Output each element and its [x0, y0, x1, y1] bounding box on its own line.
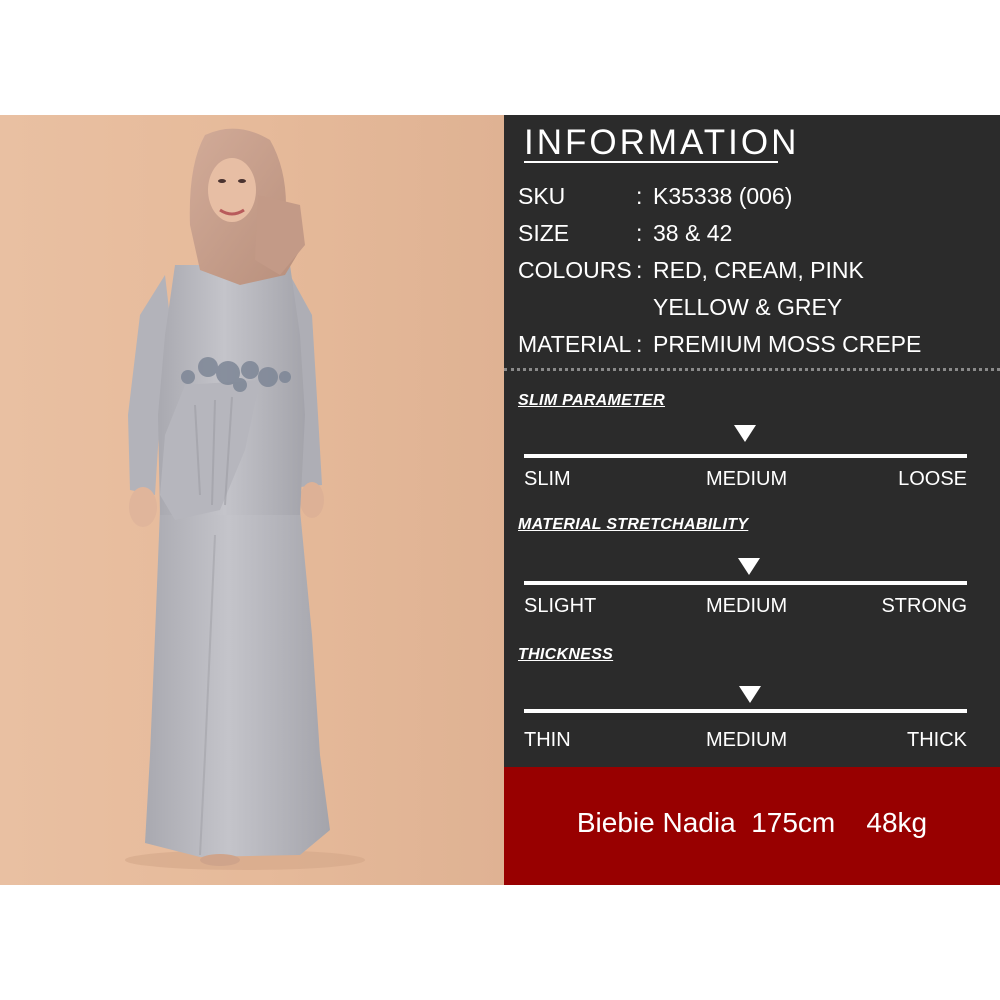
stretchability-marker — [738, 558, 760, 575]
model-info: Biebie Nadia 175cm 48kg — [504, 807, 1000, 839]
info-title: INFORMATION — [524, 123, 800, 162]
info-key: MATERIAL — [518, 331, 632, 357]
thickness-title: THICKNESS — [518, 646, 614, 663]
scale-label-slim: SLIM — [524, 468, 571, 490]
info-value: PREMIUM MOSS CREPE — [653, 331, 922, 357]
info-colon: : — [636, 220, 643, 246]
scale-label-medium: MEDIUM — [706, 468, 788, 490]
scale-label-medium: MEDIUM — [706, 729, 788, 751]
slim-parameter-scale — [524, 454, 967, 458]
stretchability-scale — [524, 581, 967, 585]
info-colon: : — [636, 257, 643, 283]
info-value: K35338 (006) — [653, 183, 793, 209]
scale-label-thin: THIN — [524, 729, 571, 751]
scale-label-slight: SLIGHT — [524, 595, 597, 617]
model-height: 175cm — [751, 807, 836, 838]
divider — [504, 368, 1000, 371]
slim-parameter-marker — [734, 425, 756, 442]
model-name: Biebie Nadia — [576, 807, 736, 838]
info-panel: INFORMATION SKU : K35338 (006) SIZE : 38… — [504, 115, 1000, 767]
scale-label-medium: MEDIUM — [706, 595, 788, 617]
slim-parameter-title: SLIM PARAMETER — [518, 392, 666, 409]
info-title-underline — [524, 161, 778, 163]
info-colon: : — [636, 331, 643, 357]
info-value: RED, CREAM, PINK — [653, 257, 864, 283]
info-value: YELLOW & GREY — [653, 294, 843, 320]
model-illustration — [0, 115, 504, 885]
info-value: 38 & 42 — [653, 220, 733, 246]
info-key: COLOURS — [518, 257, 632, 283]
info-key: SKU — [518, 183, 566, 209]
model-info-bar: Biebie Nadia 175cm 48kg — [504, 767, 1000, 885]
scale-label-loose: LOOSE — [898, 468, 967, 490]
scale-label-thick: THICK — [907, 729, 967, 751]
model-weight: 48kg — [866, 807, 928, 838]
stretchability-title: MATERIAL STRETCHABILITY — [518, 516, 749, 533]
thickness-scale — [524, 709, 967, 713]
info-key: SIZE — [518, 220, 570, 246]
scale-label-strong: STRONG — [881, 595, 967, 617]
info-colon: : — [636, 183, 643, 209]
thickness-marker — [739, 686, 761, 703]
product-photo — [0, 115, 504, 885]
